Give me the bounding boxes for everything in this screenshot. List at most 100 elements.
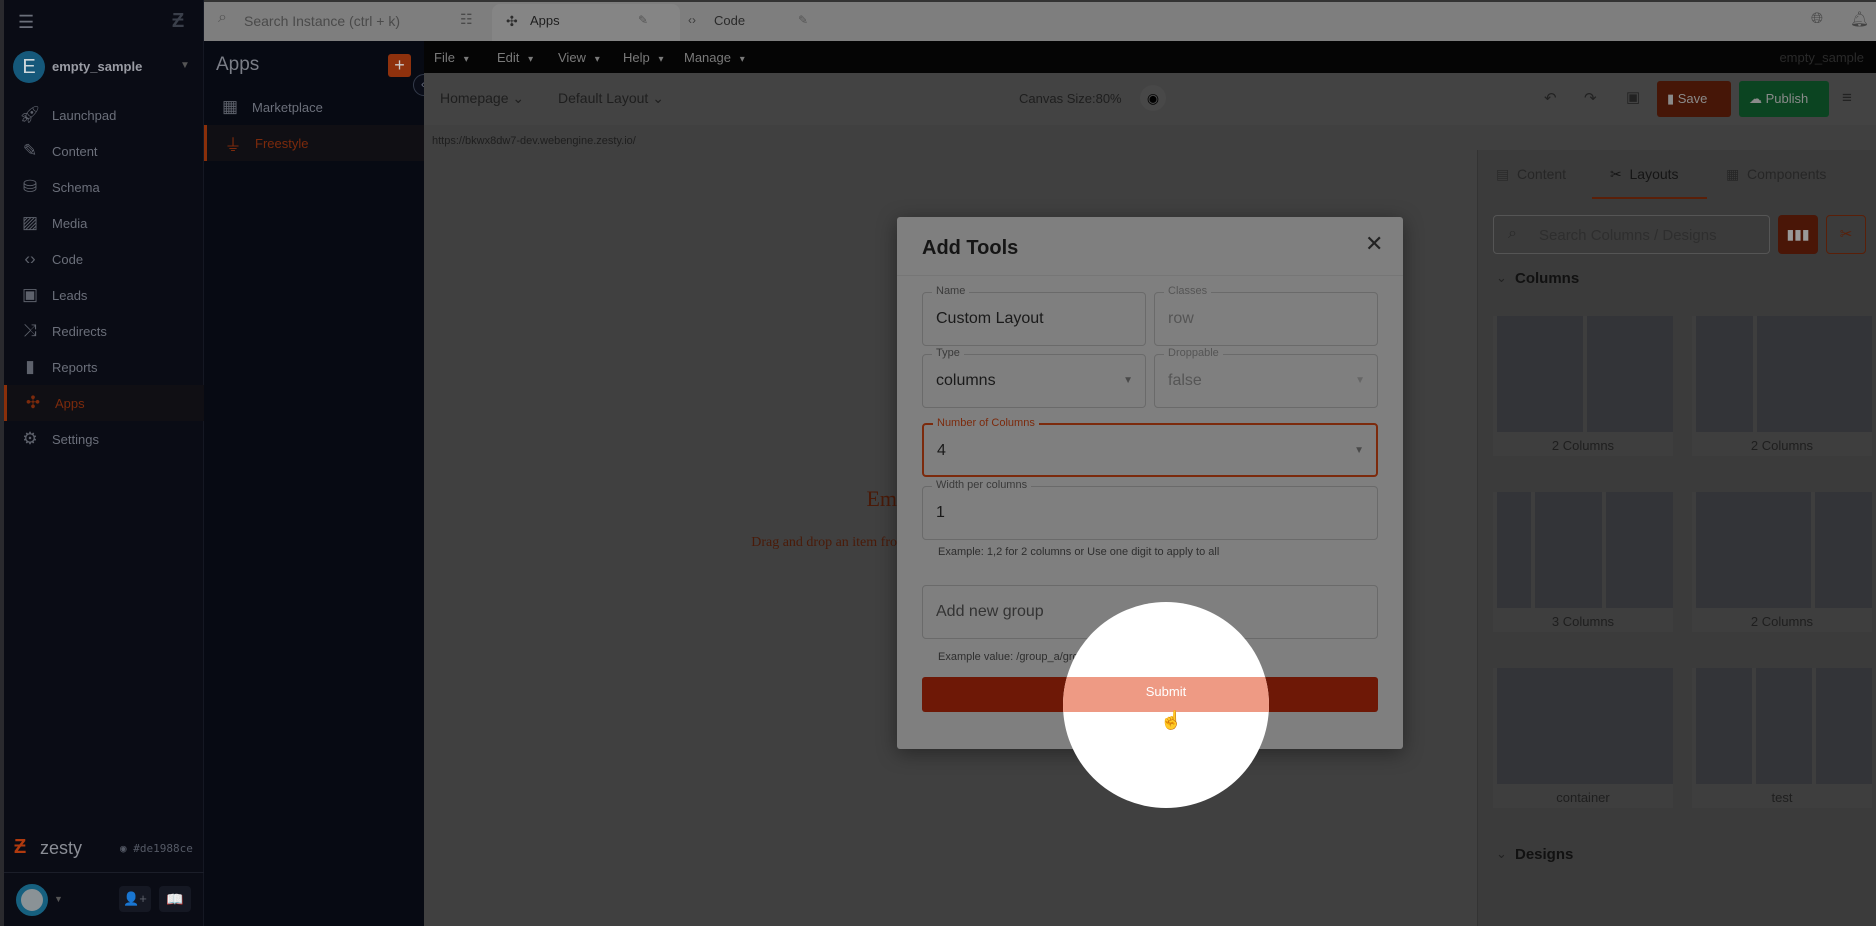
save-button[interactable]: ▮ Save (1657, 81, 1731, 117)
database-icon: ⛁ (22, 177, 38, 196)
layout-select[interactable]: Default Layout ⌄ (558, 90, 664, 107)
dialog-title: Add Tools (922, 237, 1019, 259)
layout-preview (1497, 316, 1673, 432)
layout-card[interactable]: 3 Columns (1493, 492, 1673, 632)
gear-icon: ⚙ (22, 429, 38, 448)
designs-filter-button[interactable]: ✂ (1826, 215, 1866, 254)
sidebar-item-launchpad[interactable]: 🚀︎ Launchpad (4, 97, 204, 133)
plug-icon: ⏚ (224, 135, 242, 155)
user-avatar[interactable] (16, 884, 48, 916)
layout-preview (1696, 668, 1872, 784)
right-tab-layouts[interactable]: ✂ Layouts (1592, 166, 1707, 199)
pin-icon[interactable]: ✎ (638, 13, 648, 27)
layout-card[interactable]: container (1493, 668, 1673, 808)
invite-user-icon[interactable]: 👤+ (119, 886, 151, 912)
canvas-empty-heading: Em (866, 486, 897, 511)
layout-select-label: Default Layout (558, 90, 649, 106)
apps-item-freestyle[interactable]: ⏚ Freestyle (204, 125, 424, 161)
sidebar-item-code[interactable]: ‹› Code (4, 241, 204, 277)
layout-card[interactable]: 2 Columns (1692, 316, 1872, 456)
image-icon: ▨ (21, 213, 39, 232)
field-label: Type (932, 347, 964, 359)
puzzle-icon: ✣ (506, 13, 518, 29)
eye-icon[interactable]: ◉ (1140, 85, 1166, 111)
bell-icon[interactable]: 🔔︎ (1850, 10, 1869, 28)
sidebar-item-reports[interactable]: ▮ Reports (4, 349, 204, 385)
search-instance-input[interactable]: Search Instance (ctrl + k) (244, 13, 400, 29)
layout-preview (1696, 492, 1872, 608)
number-of-columns-select[interactable]: Number of Columns 4 ▼ (922, 417, 1378, 477)
menu-edit[interactable]: Edit (497, 50, 533, 65)
divider (4, 872, 204, 873)
click-spotlight: Submit (1063, 602, 1269, 808)
sidebar-item-apps[interactable]: ✣ Apps (4, 385, 204, 421)
width-per-columns-field[interactable]: Width per columns 1 (922, 479, 1378, 540)
more-menu-icon[interactable]: ≡ (1842, 88, 1852, 108)
tab-apps[interactable]: ✣ Apps ✎ (492, 4, 680, 41)
layout-card-label: 2 Columns (1750, 438, 1814, 453)
pin-icon[interactable]: ✎ (798, 13, 808, 27)
instance-dropdown-icon[interactable]: ▼ (180, 60, 190, 71)
column-preview (1696, 668, 1752, 784)
columns-section-header[interactable]: Columns (1515, 270, 1579, 287)
designs-collapse-chevron-icon[interactable]: ⌄ (1496, 846, 1507, 862)
field-label: Name (932, 285, 970, 297)
apps-sidebar (204, 41, 424, 926)
add-app-button[interactable]: + (388, 54, 411, 77)
tab-label: Layouts (1629, 166, 1679, 182)
classes-field[interactable]: Classes row (1154, 285, 1378, 346)
layout-card-label: test (1771, 790, 1793, 805)
layout-card[interactable]: test (1692, 668, 1872, 808)
designs-section-header[interactable]: Designs (1515, 846, 1573, 863)
layout-card[interactable]: 2 Columns (1692, 492, 1872, 632)
page-select[interactable]: Homepage ⌄ (440, 90, 524, 107)
field-value: row (1168, 310, 1194, 327)
hamburger-menu-icon[interactable]: ☰ (18, 12, 34, 33)
field-value: columns (936, 372, 996, 389)
menu-manage[interactable]: Manage (684, 50, 745, 65)
publish-button[interactable]: ☁ Publish (1739, 81, 1829, 117)
filter-sliders-icon[interactable]: ☷ (460, 11, 473, 28)
right-tab-components[interactable]: ▦ Components (1726, 166, 1826, 183)
layout-search-input[interactable]: ⌕ Search Columns / Designs (1493, 215, 1770, 254)
bar-chart-icon: ▮ (25, 357, 35, 376)
sidebar-item-leads[interactable]: ▣ Leads (4, 277, 204, 313)
layout-preview (1497, 668, 1673, 784)
menu-file[interactable]: File (434, 50, 469, 65)
sidebar-item-settings[interactable]: ⚙ Settings (4, 421, 204, 457)
version-hash[interactable]: ◉ #de1988ce (120, 842, 193, 855)
apps-item-marketplace[interactable]: ▦ Marketplace (204, 89, 424, 125)
top-bar (204, 0, 1876, 41)
field-value: 4 (937, 442, 946, 459)
sidebar-item-content[interactable]: ✎ Content (4, 133, 204, 169)
menu-help[interactable]: Help (623, 50, 664, 65)
name-field[interactable]: Name Custom Layout (922, 285, 1146, 346)
preview-url[interactable]: https://bkwx8dw7-dev.webengine.zesty.io/ (432, 135, 636, 147)
docs-book-icon[interactable]: 📖 (159, 886, 191, 912)
instance-avatar: E (13, 51, 45, 83)
search-icon: ⌕ (218, 9, 227, 26)
preview-icon[interactable]: ▣ (1626, 88, 1640, 106)
sidebar-item-schema[interactable]: ⛁ Schema (4, 169, 204, 205)
columns-filter-button[interactable]: ▮▮▮ (1778, 215, 1818, 254)
shuffle-icon: ⤨ (23, 321, 37, 340)
document-icon: ▤ (1496, 166, 1510, 182)
sidebar-item-redirects[interactable]: ⤨ Redirects (4, 313, 204, 349)
layout-card-label: 2 Columns (1750, 614, 1814, 629)
redo-icon[interactable]: ↷ (1584, 89, 1597, 107)
field-value: Custom Layout (936, 310, 1044, 327)
type-select[interactable]: Type columns ▼ (922, 347, 1146, 408)
right-tab-content[interactable]: ▤ Content (1496, 166, 1566, 183)
layout-card[interactable]: 2 Columns (1493, 316, 1673, 456)
menu-view[interactable]: View (558, 50, 600, 65)
sidebar-item-media[interactable]: ▨ Media (4, 205, 204, 241)
undo-icon[interactable]: ↶ (1544, 89, 1557, 107)
instance-name[interactable]: empty_sample (52, 59, 142, 74)
tab-label: Content (1517, 166, 1567, 182)
droppable-select[interactable]: Droppable false ▼ (1154, 347, 1378, 408)
user-menu-caret-icon[interactable]: ▼ (54, 894, 63, 904)
tab-code[interactable]: ‹› Code ✎ (680, 4, 840, 41)
columns-collapse-chevron-icon[interactable]: ⌄ (1496, 270, 1507, 286)
globe-icon[interactable]: 🌐︎ (1811, 10, 1823, 27)
close-icon[interactable]: ✕ (1365, 231, 1383, 257)
